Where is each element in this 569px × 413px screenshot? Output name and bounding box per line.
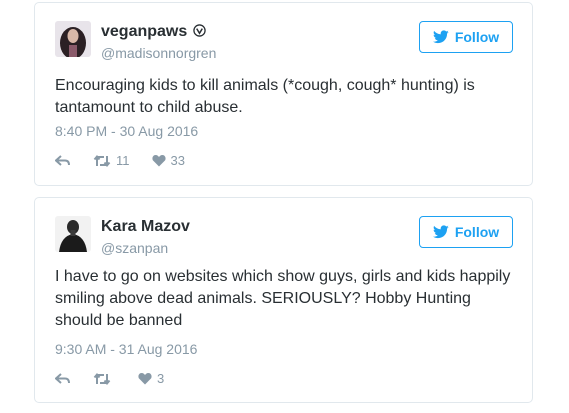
retweet-button[interactable]: 11 — [93, 153, 130, 168]
retweet-button[interactable] — [93, 372, 116, 386]
like-count: 33 — [170, 153, 185, 168]
verified-badge-icon — [193, 24, 206, 37]
follow-button[interactable]: Follow — [419, 21, 513, 53]
reply-icon — [55, 154, 70, 166]
reply-button[interactable] — [55, 372, 71, 386]
follow-label: Follow — [454, 224, 500, 240]
tweet-text: Encouraging kids to kill animals (*cough… — [55, 77, 475, 116]
retweet-count: 11 — [116, 153, 130, 168]
twitter-bird-icon — [432, 30, 449, 44]
avatar[interactable] — [55, 21, 91, 57]
display-name[interactable]: Kara Mazov — [101, 218, 190, 236]
like-button[interactable]: 3 — [138, 371, 164, 386]
timestamp[interactable]: 8:40 PM - 30 Aug 2016 — [55, 123, 198, 139]
follow-label: Follow — [454, 29, 500, 45]
timestamp[interactable]: 9:30 AM - 31 Aug 2016 — [55, 341, 197, 357]
like-button[interactable]: 33 — [151, 153, 185, 168]
tweet-card: Kara Mazov @szanpan Follow I have to go … — [34, 197, 533, 403]
retweet-icon — [93, 372, 111, 385]
like-count: 3 — [157, 371, 165, 386]
follow-button[interactable]: Follow — [419, 216, 513, 248]
tweet-card: veganpaws @madisonnorgren Follow Encoura… — [34, 2, 533, 186]
twitter-bird-icon — [432, 225, 449, 239]
heart-icon — [138, 373, 152, 385]
user-handle[interactable]: @szanpan — [101, 240, 168, 256]
tweet-actions: 11 33 — [55, 153, 207, 168]
heart-icon — [151, 155, 166, 167]
avatar[interactable] — [55, 216, 91, 252]
display-name[interactable]: veganpaws — [101, 23, 206, 41]
retweet-icon — [93, 154, 111, 167]
user-handle[interactable]: @madisonnorgren — [101, 45, 216, 61]
tweet-actions: 3 — [55, 371, 186, 386]
reply-button[interactable] — [55, 154, 71, 168]
tweet-text: I have to go on websites which show guys… — [55, 268, 511, 329]
display-name-text[interactable]: veganpaws — [101, 23, 187, 40]
reply-icon — [55, 372, 70, 384]
